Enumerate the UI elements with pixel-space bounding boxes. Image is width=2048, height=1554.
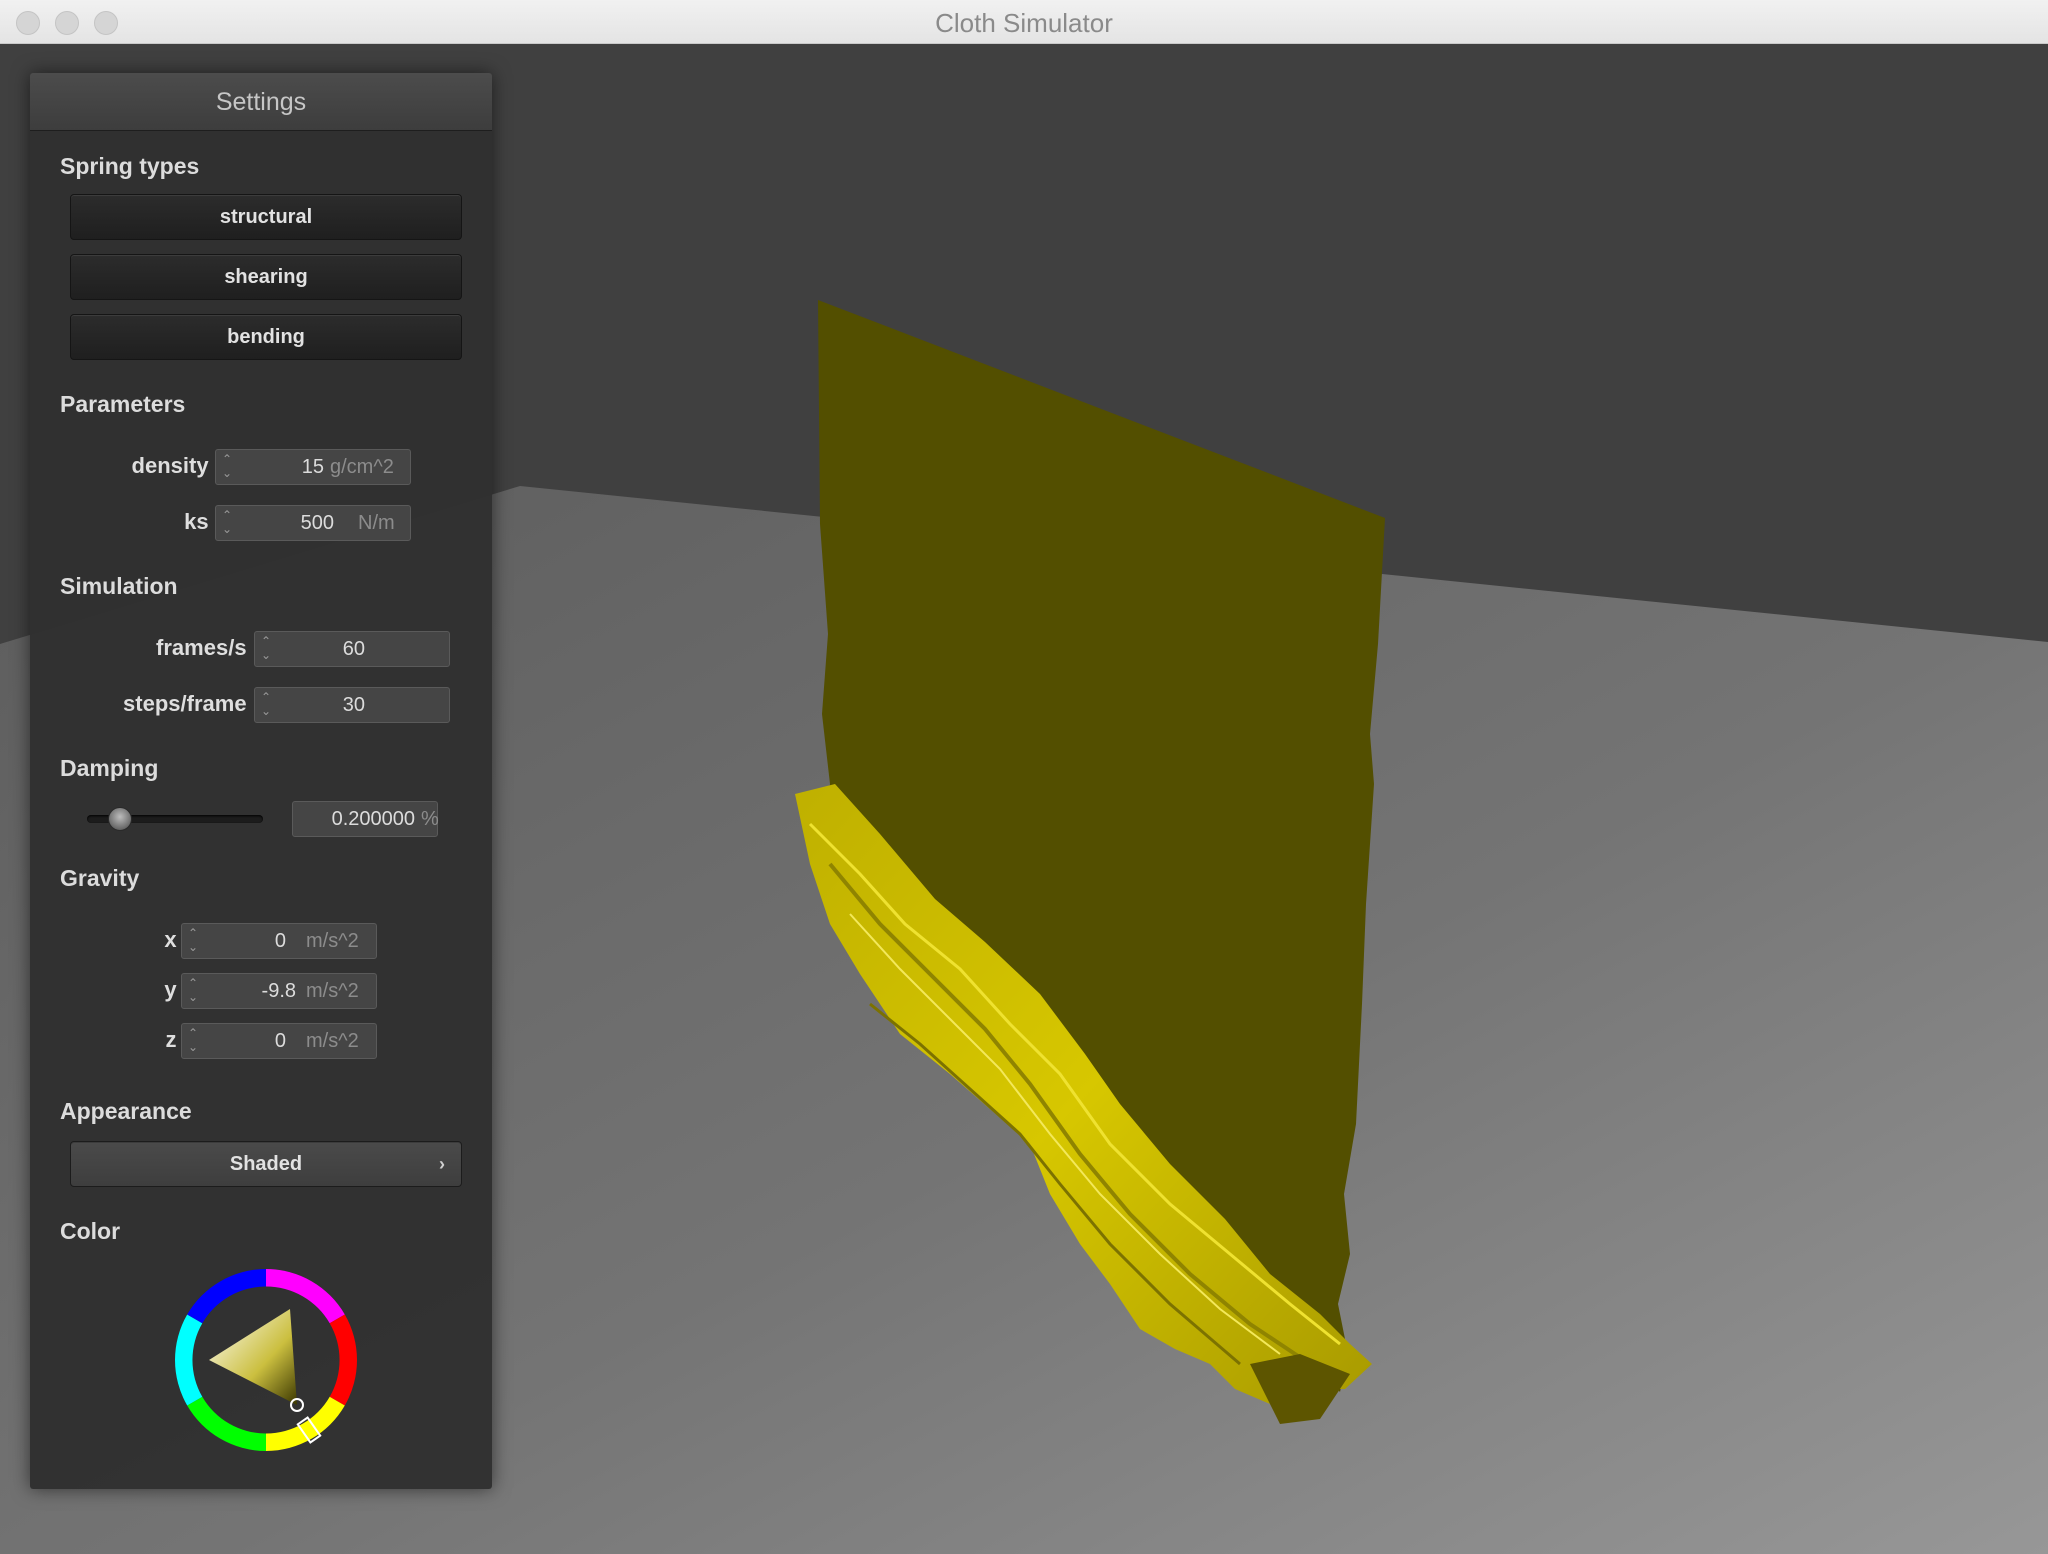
- stepper-icon[interactable]: ⌃ ⌄: [261, 634, 271, 662]
- gravity-x-unit: m/s^2: [306, 930, 359, 952]
- fps-label: frames/s :: [156, 635, 260, 660]
- gravity-y-unit: m/s^2: [306, 980, 359, 1002]
- simulation-heading: Simulation: [60, 573, 178, 599]
- gravity-x-value: 0: [274, 930, 286, 952]
- parameters-heading: Parameters: [60, 391, 186, 417]
- steps-field[interactable]: ⌃ ⌄ 30: [254, 687, 450, 723]
- stepper-icon[interactable]: ⌃ ⌄: [188, 976, 198, 1004]
- window-title: Cloth Simulator: [935, 8, 1113, 38]
- bending-button[interactable]: bending: [70, 314, 462, 360]
- spring-types-heading: Spring types: [60, 153, 200, 179]
- ks-label: ks :: [184, 509, 222, 534]
- ks-field[interactable]: ⌃ ⌄ 500 N/m: [215, 505, 411, 541]
- damping-unit: %: [421, 808, 439, 830]
- steps-label: steps/frame :: [123, 691, 260, 716]
- chevron-right-icon: ›: [439, 1154, 445, 1174]
- gravity-heading: Gravity: [60, 865, 140, 891]
- ks-unit: N/m: [358, 512, 395, 534]
- stepper-icon[interactable]: ⌃ ⌄: [222, 452, 232, 480]
- stepper-icon[interactable]: ⌃ ⌄: [188, 1026, 198, 1054]
- gravity-y-label: y :: [164, 977, 190, 1002]
- settings-panel: Settings Spring types structural shearin…: [30, 73, 492, 1489]
- damping-value-field[interactable]: 0.200000 %: [292, 801, 439, 837]
- density-value: 15: [301, 456, 324, 478]
- appearance-dropdown[interactable]: Shaded ›: [70, 1141, 462, 1187]
- app-window: Cloth Simulator Settings Spring types st…: [0, 0, 2048, 1554]
- gravity-z-label: z :: [165, 1027, 190, 1052]
- fps-field[interactable]: ⌃ ⌄ 60: [254, 631, 450, 667]
- structural-button[interactable]: structural: [70, 194, 462, 240]
- steps-value: 30: [342, 694, 365, 716]
- fps-value: 60: [342, 638, 365, 660]
- density-field[interactable]: ⌃ ⌄ 15 g/cm^2: [215, 449, 411, 485]
- color-heading: Color: [60, 1218, 121, 1244]
- title-bar: Cloth Simulator: [0, 0, 2048, 44]
- gravity-x-label: x :: [164, 927, 190, 952]
- appearance-heading: Appearance: [60, 1098, 192, 1124]
- stepper-icon[interactable]: ⌃ ⌄: [188, 926, 198, 954]
- density-label: density :: [131, 453, 222, 478]
- shearing-button[interactable]: shearing: [70, 254, 462, 300]
- gravity-y-field[interactable]: ⌃ ⌄ -9.8 m/s^2: [181, 973, 377, 1009]
- stepper-icon[interactable]: ⌃ ⌄: [222, 508, 232, 536]
- gravity-x-field[interactable]: ⌃ ⌄ 0 m/s^2: [181, 923, 377, 959]
- appearance-selected: Shaded: [229, 1153, 303, 1175]
- color-wheel[interactable]: [175, 1269, 357, 1451]
- gravity-z-field[interactable]: ⌃ ⌄ 0 m/s^2: [181, 1023, 377, 1059]
- gravity-y-value: -9.8: [261, 980, 296, 1002]
- density-unit: g/cm^2: [330, 456, 394, 478]
- damping-slider-knob[interactable]: [108, 807, 132, 831]
- damping-heading: Damping: [60, 755, 159, 781]
- stepper-icon[interactable]: ⌃ ⌄: [261, 690, 271, 718]
- settings-title: Settings: [30, 73, 492, 131]
- color-triangle[interactable]: [209, 1309, 297, 1405]
- gravity-z-unit: m/s^2: [306, 1030, 359, 1052]
- gravity-z-value: 0: [274, 1030, 286, 1052]
- damping-value: 0.200000: [331, 808, 415, 830]
- ks-value: 500: [300, 512, 334, 534]
